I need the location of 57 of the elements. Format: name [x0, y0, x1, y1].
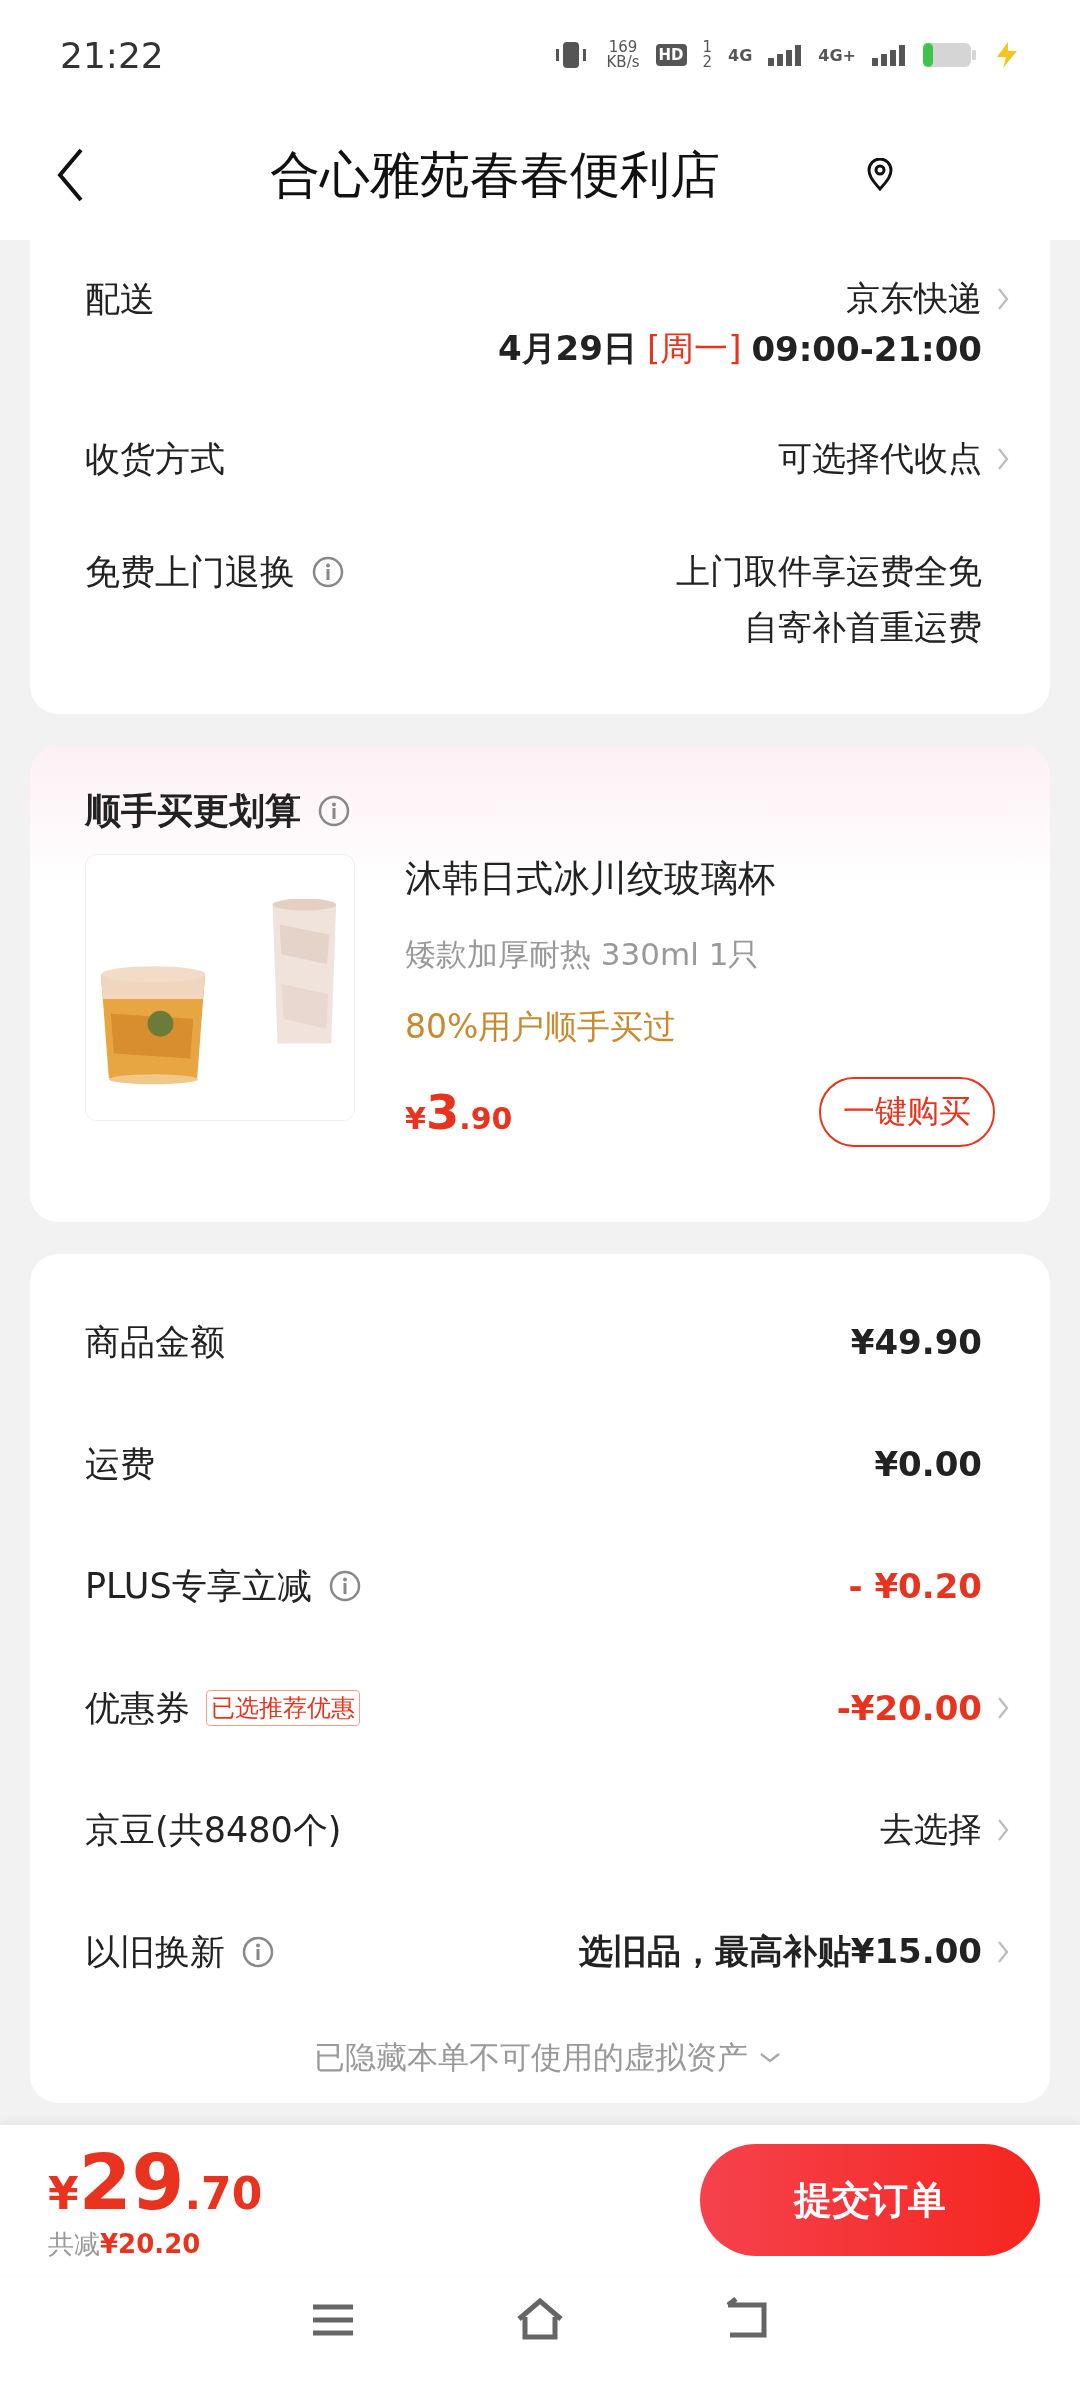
row-value: 自寄补首重运费 [744, 606, 982, 649]
signal-icon [768, 44, 803, 66]
row-value: 上门取件享运费全免 [676, 550, 982, 593]
row-value: 选旧品，最高补贴¥15.00 [578, 1930, 982, 1973]
network-type: 4G [728, 45, 753, 65]
section-title: 顺手买更划算 [85, 788, 301, 833]
status-time: 21:22 [60, 34, 164, 76]
row-label: 运费 [85, 1442, 155, 1486]
info-icon[interactable] [241, 1935, 275, 1969]
info-icon[interactable] [327, 1569, 362, 1603]
chevron-icon[interactable] [996, 1939, 1010, 1965]
delivery-date: 4月29日 [497, 327, 637, 370]
info-icon[interactable] [311, 555, 345, 589]
signal-icon [872, 44, 906, 66]
submit-order-button[interactable]: 提交订单 [700, 2144, 1040, 2256]
row-label: 商品金额 [85, 1320, 225, 1364]
row-value: - ¥0.20 [848, 1566, 982, 1606]
row-value: 可选择代收点 [778, 437, 982, 480]
product-price: ¥3.90 [405, 1084, 513, 1140]
coupon-tag: 已选推荐优惠 [206, 1690, 360, 1726]
weekday: [周一] [646, 327, 742, 370]
chevron-icon[interactable] [996, 446, 1010, 472]
row-value: 京东快递 [846, 277, 982, 320]
chevron-icon[interactable] [996, 286, 1010, 312]
chevron-icon[interactable] [996, 1817, 1010, 1843]
row-label: 京豆(共8480个) [85, 1808, 342, 1852]
hd-badge: HD [655, 44, 687, 66]
store-title: 合心雅苑春春便利店 [269, 144, 721, 206]
back-icon[interactable] [55, 147, 85, 203]
speed-unit: KB/s [606, 55, 640, 70]
location-pin-icon[interactable] [865, 158, 895, 192]
hidden-assets-note[interactable]: 已隐藏本单不可使用的虚拟资产 [313, 2037, 748, 2079]
charging-icon [994, 41, 1020, 69]
product-spec: 矮款加厚耐热 330ml 1只 [405, 935, 761, 974]
chevron-icon[interactable] [996, 1695, 1010, 1721]
row-value: ¥0.00 [874, 1444, 982, 1484]
network-speed: 169 [608, 40, 638, 55]
delivery-time: 09:00-21:00 [751, 329, 982, 369]
row-label: 收货方式 [85, 437, 225, 481]
row-label: 以旧换新 [85, 1930, 225, 1974]
product-name: 沐韩日式冰川纹玻璃杯 [405, 856, 776, 902]
sim-number: 2 [702, 55, 713, 70]
buy-button[interactable]: 一键购买 [819, 1077, 995, 1147]
sim-number: 1 [702, 40, 713, 55]
network-type: 4G+ [818, 45, 856, 65]
row-value: -¥20.00 [836, 1688, 982, 1728]
info-icon[interactable] [317, 794, 351, 828]
row-label: 配送 [85, 277, 155, 321]
savings-text: 共减¥20.20 [48, 2228, 202, 2261]
row-label: PLUS专享立减 [85, 1564, 312, 1608]
row-label: 优惠券 [85, 1686, 190, 1730]
battery-icon [922, 41, 978, 69]
purchase-rate: 80%用户顺手买过 [405, 1006, 678, 1048]
row-value: 去选择 [880, 1808, 982, 1851]
row-value: ¥49.90 [850, 1322, 982, 1362]
total-price: ¥29.70 [48, 2138, 263, 2227]
row-label: 免费上门退换 [85, 550, 295, 594]
